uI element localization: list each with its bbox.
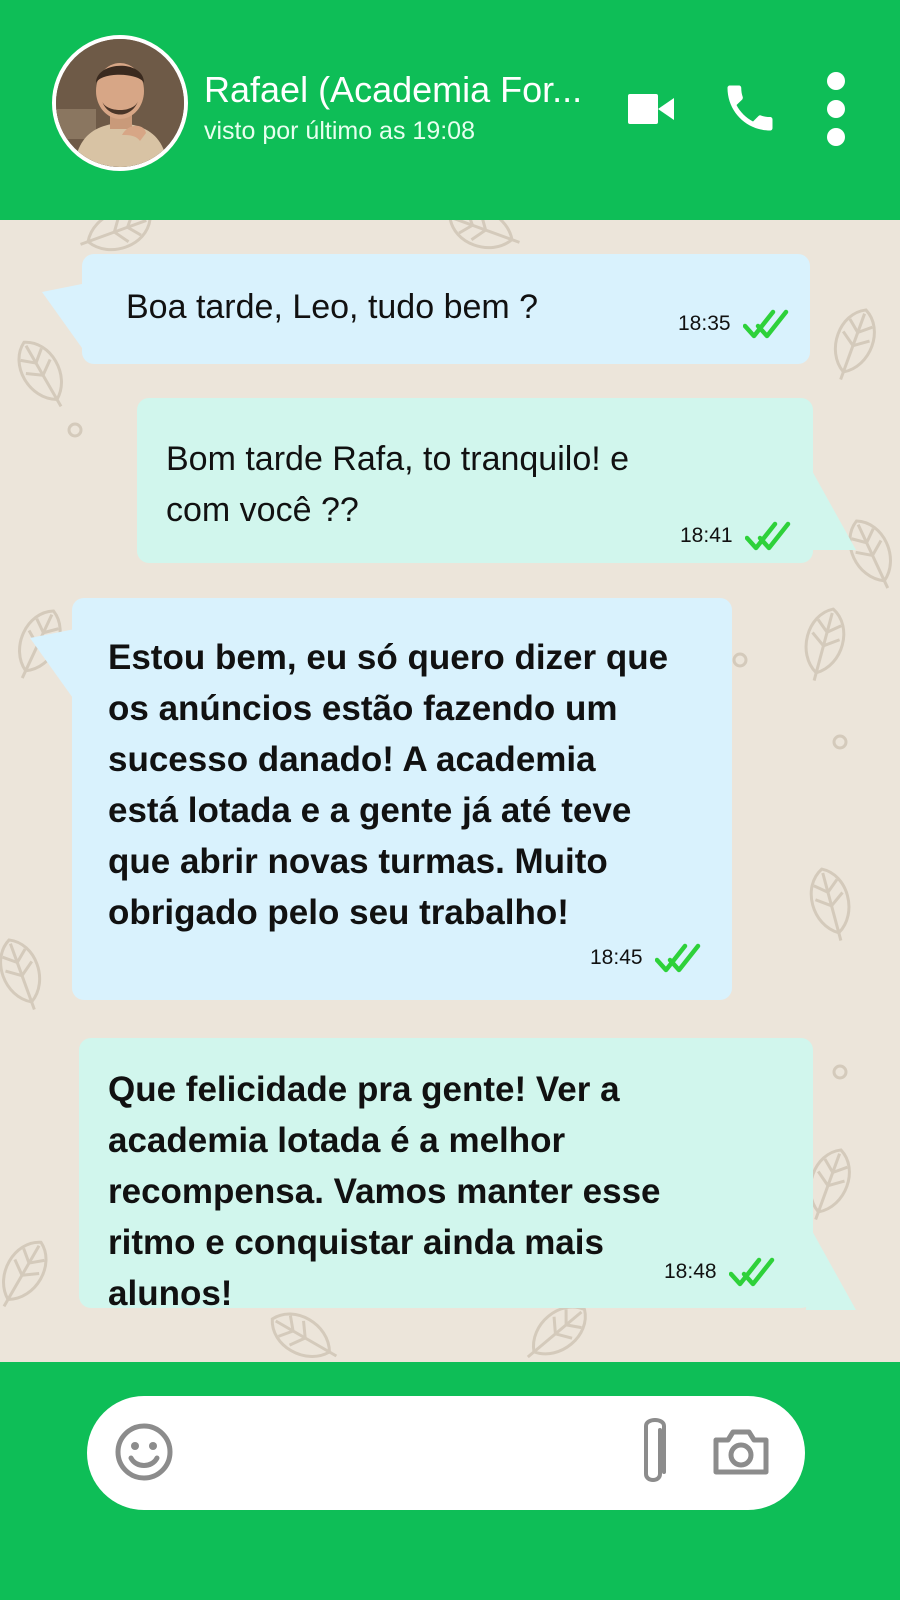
emoji-icon[interactable] bbox=[114, 1422, 174, 1482]
attach-icon[interactable] bbox=[636, 1416, 670, 1490]
message-text-1: Boa tarde, Leo, tudo bem ? bbox=[126, 288, 539, 326]
last-seen-status: visto por último as 19:08 bbox=[204, 117, 475, 145]
read-receipt-icon bbox=[742, 309, 788, 339]
message-input[interactable] bbox=[200, 1422, 604, 1484]
message-time-3: 18:45 bbox=[590, 946, 643, 969]
message-time-1: 18:35 bbox=[678, 312, 731, 335]
phone-icon[interactable] bbox=[720, 78, 780, 138]
message-text-2: Bom tarde Rafa, to tranquilo! e com você… bbox=[166, 440, 630, 529]
camera-icon[interactable] bbox=[712, 1426, 770, 1476]
message-time-2: 18:41 bbox=[680, 524, 733, 547]
message-meta-4: 18:48 bbox=[664, 1256, 775, 1288]
message-meta-2: 18:41 bbox=[680, 520, 791, 552]
read-receipt-icon bbox=[728, 1257, 774, 1287]
message-meta-3: 18:45 bbox=[590, 942, 701, 974]
read-receipt-icon bbox=[654, 943, 700, 973]
contact-avatar[interactable] bbox=[52, 35, 188, 171]
read-receipt-icon bbox=[744, 521, 790, 551]
message-text-4: Que felicidade pra gente! Ver a academia… bbox=[108, 1070, 661, 1313]
message-meta-1: 18:35 bbox=[678, 308, 789, 340]
bubble-tail bbox=[806, 1220, 856, 1310]
bubble-tail bbox=[806, 460, 856, 550]
chat-header: Rafael (Academia For... visto por último… bbox=[0, 0, 900, 220]
more-options-icon[interactable] bbox=[822, 70, 850, 148]
contact-name[interactable]: Rafael (Academia For... bbox=[204, 68, 624, 112]
message-text-3: Estou bem, eu só quero dizer que os anún… bbox=[108, 638, 669, 932]
video-call-icon[interactable] bbox=[628, 92, 674, 126]
message-time-4: 18:48 bbox=[664, 1260, 717, 1283]
message-list[interactable]: Boa tarde, Leo, tudo bem ? 18:35 Bom tar… bbox=[0, 220, 900, 1362]
